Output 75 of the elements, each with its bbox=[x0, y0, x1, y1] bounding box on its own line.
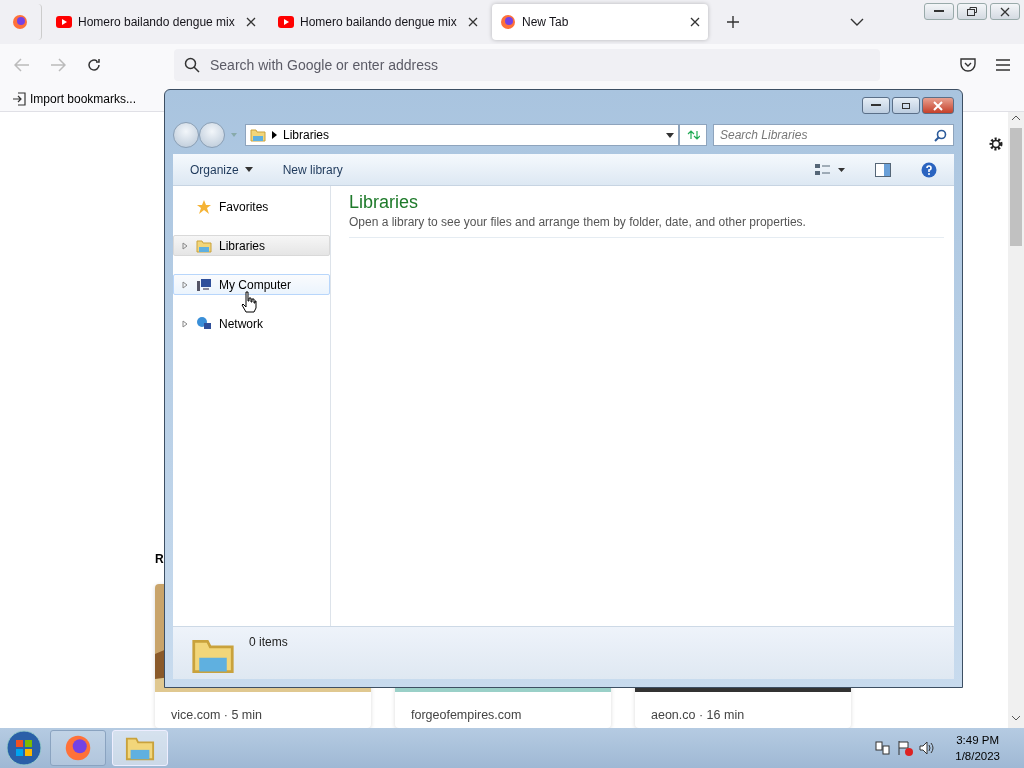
nav-item[interactable]: Network bbox=[173, 313, 330, 334]
new-tab-icon[interactable] bbox=[726, 15, 740, 29]
command-button[interactable]: New library bbox=[282, 162, 343, 177]
reload-icon[interactable] bbox=[86, 57, 102, 73]
card-caption: aeon.co · 16 min bbox=[650, 707, 746, 722]
breadcrumb-arrow-icon[interactable] bbox=[272, 131, 277, 139]
flag-icon[interactable] bbox=[897, 740, 914, 756]
preview-pane-icon[interactable] bbox=[875, 162, 891, 177]
close-icon[interactable] bbox=[468, 17, 478, 27]
browser-tab[interactable]: Homero bailando dengue mix bbox=[48, 4, 264, 40]
computer-icon bbox=[196, 276, 212, 293]
close-icon[interactable] bbox=[1000, 6, 1010, 17]
minimize-icon bbox=[871, 104, 881, 107]
browser-tab[interactable]: New Tab bbox=[492, 4, 708, 40]
pane-title: Libraries bbox=[349, 192, 420, 213]
card-caption: forgeofempires.com bbox=[410, 707, 523, 722]
caret-icon[interactable] bbox=[244, 167, 253, 172]
expand-arrow-icon[interactable] bbox=[182, 241, 188, 250]
help-icon[interactable] bbox=[921, 161, 937, 178]
nav-item[interactable]: My Computer bbox=[173, 274, 330, 295]
item-count: 0 items bbox=[249, 635, 288, 649]
menu-icon[interactable] bbox=[996, 59, 1010, 71]
scrollbar[interactable] bbox=[1008, 112, 1024, 728]
close-button[interactable] bbox=[990, 3, 1020, 20]
minimize-icon bbox=[934, 10, 944, 13]
start-button[interactable] bbox=[4, 728, 44, 768]
maximize-icon bbox=[901, 101, 911, 110]
close-icon[interactable] bbox=[246, 17, 256, 27]
card-caption: vice.com · 5 min bbox=[170, 707, 263, 722]
import-icon bbox=[12, 91, 26, 106]
restore-button[interactable] bbox=[957, 3, 987, 20]
clock-time[interactable]: 3:49 PM bbox=[956, 732, 1000, 748]
nav-item[interactable]: Favorites bbox=[173, 196, 330, 217]
restore-icon bbox=[967, 7, 977, 16]
library-folder-icon bbox=[196, 237, 212, 254]
library-folder-icon bbox=[250, 127, 266, 143]
close-icon[interactable] bbox=[690, 17, 700, 27]
command-button[interactable]: Organize bbox=[190, 162, 253, 177]
refresh-icon bbox=[686, 129, 700, 141]
speaker-icon[interactable] bbox=[919, 740, 936, 756]
browser-logo-icon bbox=[64, 734, 92, 762]
network-status-icon[interactable] bbox=[875, 740, 892, 756]
minimize-button[interactable] bbox=[924, 3, 954, 20]
maximize-button[interactable] bbox=[892, 97, 920, 114]
network-icon bbox=[196, 315, 212, 332]
close-button[interactable] bbox=[922, 97, 954, 114]
minimize-button[interactable] bbox=[862, 97, 890, 114]
hand-cursor-icon bbox=[241, 291, 257, 313]
expand-arrow-icon[interactable] bbox=[182, 280, 188, 289]
bookmark-link[interactable]: Import bookmarks... bbox=[30, 91, 137, 106]
search-icon bbox=[184, 57, 200, 73]
section-heading: R bbox=[155, 552, 164, 568]
browser-logo-icon bbox=[500, 14, 516, 30]
breadcrumb-item[interactable]: Libraries bbox=[283, 128, 660, 142]
star-icon bbox=[196, 198, 212, 215]
close-icon bbox=[933, 100, 943, 111]
clock-date[interactable]: 1/8/2023 bbox=[955, 748, 1000, 764]
view-options-icon[interactable] bbox=[815, 162, 845, 177]
expand-arrow-icon[interactable] bbox=[182, 319, 188, 328]
address-field[interactable]: Libraries bbox=[245, 124, 679, 146]
pocket-icon[interactable] bbox=[960, 58, 976, 72]
browser-logo-icon bbox=[12, 14, 28, 30]
pane-description: Open a library to see your files and arrange them by folder, date, and other properties. bbox=[349, 215, 944, 238]
nav-item[interactable]: Libraries bbox=[173, 235, 330, 256]
address-bar[interactable]: Search with Google or enter address bbox=[174, 49, 880, 81]
settings-icon[interactable] bbox=[988, 136, 1004, 152]
search-icon[interactable] bbox=[934, 128, 947, 142]
caret-icon[interactable] bbox=[666, 132, 674, 138]
play-icon bbox=[278, 16, 294, 28]
play-icon bbox=[56, 16, 72, 28]
refresh-button[interactable] bbox=[679, 124, 707, 146]
chevron-down-icon[interactable] bbox=[850, 18, 864, 26]
browser-tab[interactable]: Homero bailando dengue mix bbox=[270, 4, 486, 40]
taskbar-app[interactable] bbox=[50, 730, 106, 766]
search-field[interactable]: Search Libraries bbox=[713, 124, 954, 146]
